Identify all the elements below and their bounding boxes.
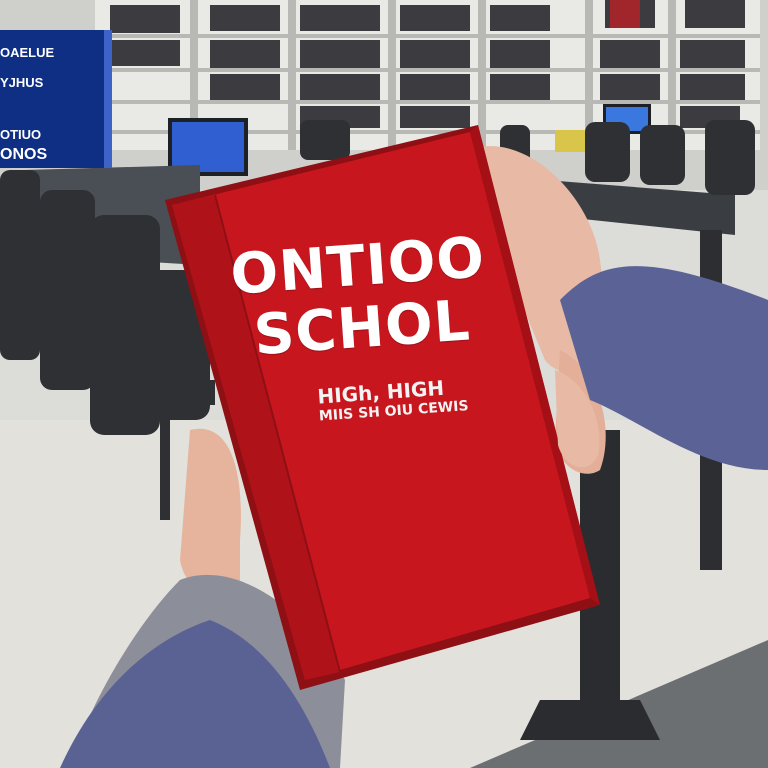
library-photo: OAELUE YJHUS OTIUO ONOS ONTIOO SCHOL HIG… bbox=[0, 0, 768, 768]
blue-sign: OAELUE YJHUS OTIUO ONOS bbox=[0, 30, 112, 168]
sign-line: ONOS bbox=[0, 146, 48, 163]
sign-line: OAELUE bbox=[0, 45, 55, 60]
sign-line: OTIUO bbox=[0, 127, 42, 142]
book-title: ONTIOO SCHOL bbox=[226, 225, 494, 369]
sign-line: YJHUS bbox=[0, 75, 44, 90]
